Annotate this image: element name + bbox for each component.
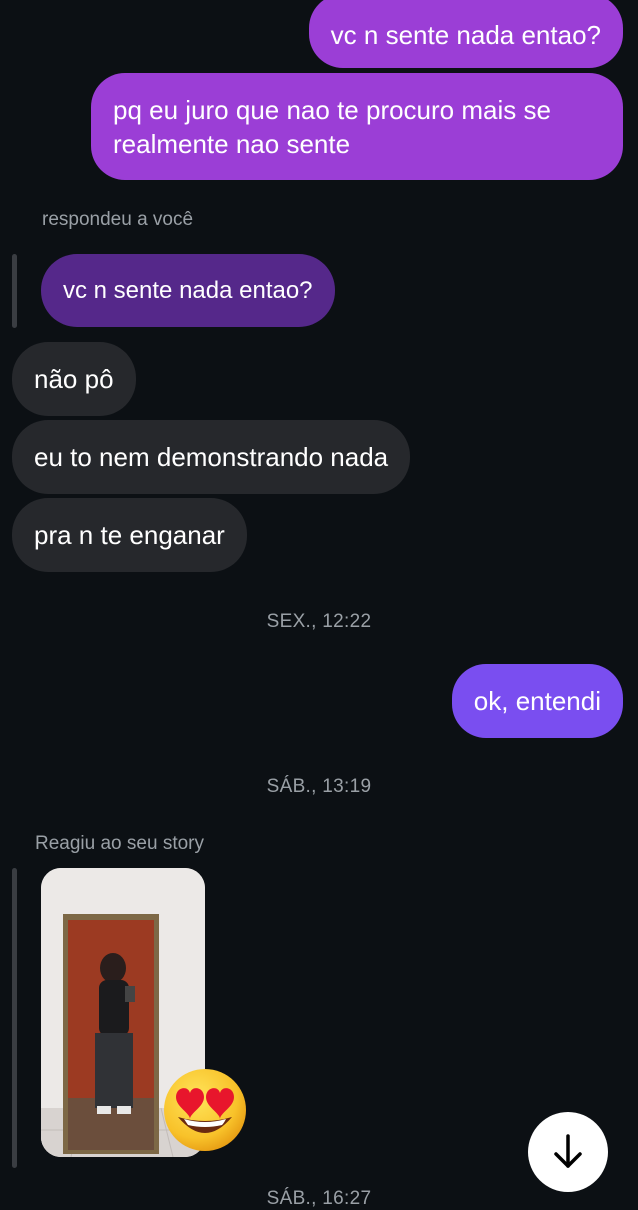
sent-message[interactable]: vc n sente nada entao?: [308, 0, 623, 68]
sent-message[interactable]: ok, entendi: [451, 664, 623, 738]
reply-label: respondeu a você: [42, 209, 194, 230]
timestamp: SÁB., 16:27: [266, 1188, 372, 1209]
received-message[interactable]: não pô: [12, 342, 136, 416]
message-text: pq eu juro que nao te procuro mais se re…: [113, 94, 551, 159]
received-message[interactable]: pra n te enganar: [12, 498, 247, 572]
scroll-down-button[interactable]: [528, 1112, 608, 1192]
message-text: vc n sente nada entao?: [330, 20, 601, 50]
quote-indicator: [12, 868, 17, 1168]
quoted-message[interactable]: vc n sente nada entao?: [41, 254, 335, 327]
quoted-text: vc n sente nada entao?: [63, 276, 313, 304]
message-text: ok, entendi: [473, 686, 601, 716]
arrow-down-icon: [554, 1134, 582, 1168]
message-text: pra n te enganar: [34, 520, 225, 550]
heart-eyes-emoji-icon: [162, 1067, 248, 1153]
timestamp: SEX., 12:22: [266, 611, 372, 632]
timestamp: SÁB., 13:19: [266, 776, 372, 797]
message-text: não pô: [34, 364, 114, 394]
message-text: eu to nem demonstrando nada: [34, 442, 389, 472]
story-reaction-label: Reagiu ao seu story: [35, 833, 204, 854]
received-message[interactable]: eu to nem demonstrando nada: [12, 420, 411, 494]
quote-indicator: [12, 254, 17, 328]
sent-message[interactable]: pq eu juro que nao te procuro mais se re…: [91, 73, 623, 180]
